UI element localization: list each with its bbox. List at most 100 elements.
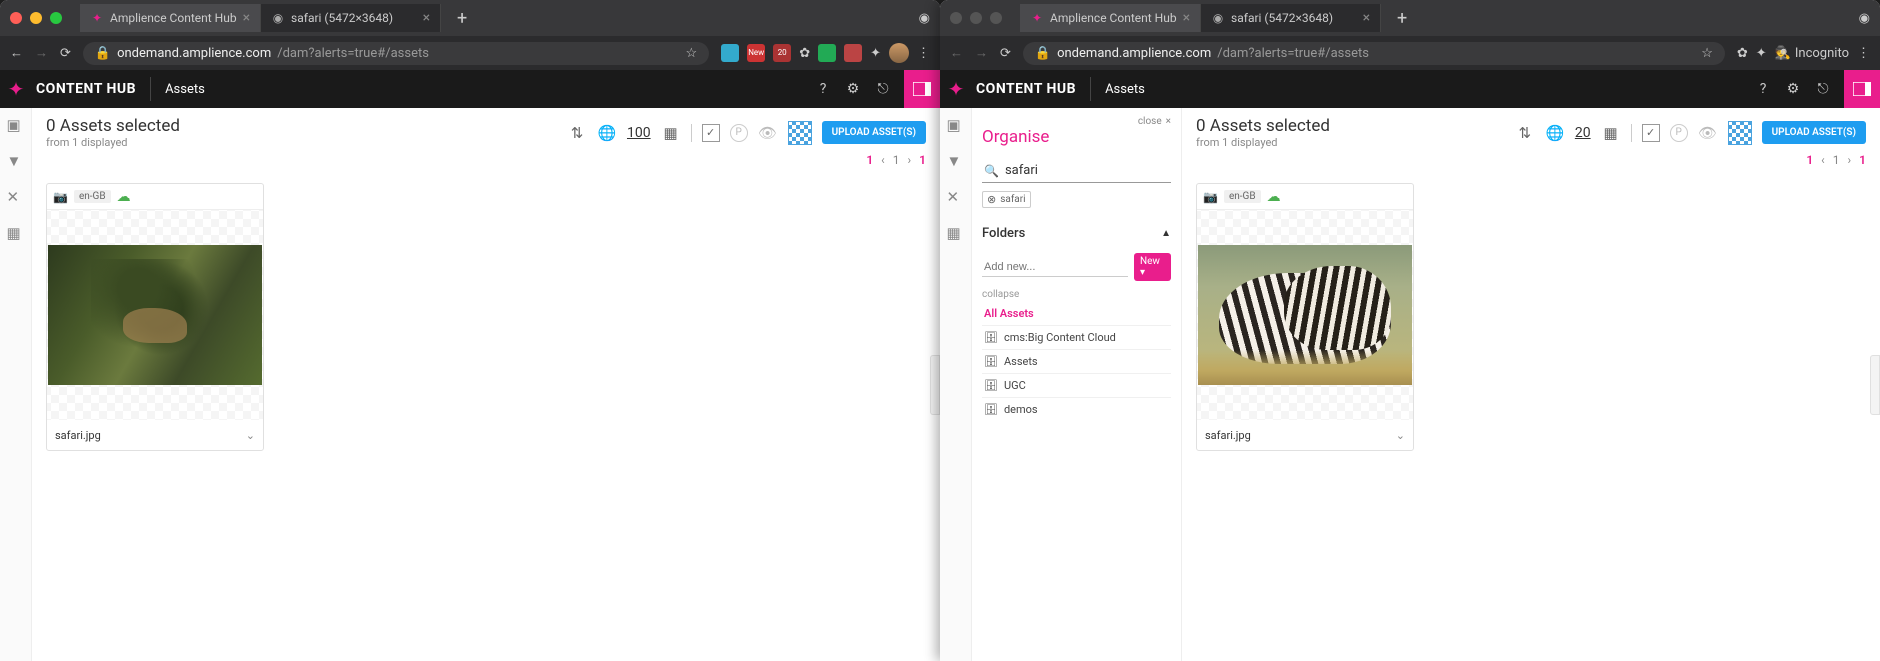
- media-icon[interactable]: ◉: [1859, 11, 1870, 26]
- forward-icon[interactable]: →: [35, 45, 48, 61]
- drawer-handle[interactable]: [930, 355, 940, 415]
- new-folder-button[interactable]: New ▾: [1134, 253, 1171, 281]
- tab-close-icon[interactable]: ×: [243, 10, 250, 26]
- folder-all-assets[interactable]: All Assets: [982, 302, 1171, 325]
- tab-1[interactable]: ✦ Amplience Content Hub ×: [1020, 4, 1201, 32]
- filter-icon[interactable]: ▼: [947, 152, 965, 170]
- checker-toggle[interactable]: [1728, 121, 1752, 145]
- nav-assets[interactable]: Assets: [1105, 82, 1145, 97]
- window-max[interactable]: [50, 12, 62, 24]
- menu-icon[interactable]: ⋮: [1857, 46, 1870, 61]
- filter-icon[interactable]: ▼: [7, 152, 25, 170]
- ext-1[interactable]: [721, 44, 739, 62]
- incognito-badge[interactable]: 🕵 Incognito: [1775, 46, 1849, 61]
- nav-assets[interactable]: Assets: [165, 82, 205, 97]
- checker-toggle[interactable]: [788, 121, 812, 145]
- tools-icon[interactable]: ✕: [947, 188, 965, 206]
- folder-item[interactable]: 🗄Assets: [982, 349, 1171, 373]
- asset-card[interactable]: 📷 en-GB ☁ safari.jpg ⌄: [46, 183, 264, 451]
- media-icon[interactable]: ◉: [919, 11, 930, 26]
- ext-4[interactable]: ✿: [799, 46, 810, 61]
- ext-6[interactable]: [844, 44, 862, 62]
- tab-close-icon[interactable]: ×: [1363, 10, 1370, 26]
- tab-close-icon[interactable]: ×: [423, 10, 430, 26]
- globe-icon[interactable]: 🌐: [597, 124, 617, 142]
- folder-item[interactable]: 🗄UGC: [982, 373, 1171, 397]
- reload-icon[interactable]: ⟳: [1000, 46, 1011, 61]
- page-size[interactable]: 20: [1575, 125, 1591, 141]
- chip-remove-icon[interactable]: ⊗: [987, 193, 996, 206]
- url-bar[interactable]: 🔒 ondemand.amplience.com/dam?alerts=true…: [1023, 42, 1725, 65]
- thumbnail[interactable]: [47, 210, 263, 420]
- asset-card[interactable]: 📷 en-GB ☁ safari.jpg: [1196, 183, 1414, 451]
- publish-icon[interactable]: P: [1670, 124, 1688, 142]
- extensions-icon[interactable]: ✦: [1756, 46, 1767, 61]
- search-input[interactable]: safari: [1005, 163, 1169, 178]
- app-logo-icon[interactable]: ✦: [0, 73, 32, 105]
- sort-icon[interactable]: ⇅: [567, 124, 587, 142]
- star-icon[interactable]: ☆: [686, 46, 698, 61]
- upload-button[interactable]: UPLOAD ASSET(S): [1762, 121, 1866, 144]
- ext-3[interactable]: 20: [773, 44, 791, 62]
- new-tab-button[interactable]: +: [449, 8, 475, 29]
- window-min[interactable]: [30, 12, 42, 24]
- help-icon[interactable]: ?: [814, 81, 832, 97]
- ext-settings-icon[interactable]: ✿: [1737, 46, 1748, 61]
- url-bar[interactable]: 🔒 ondemand.amplience.com/dam?alerts=true…: [83, 42, 709, 65]
- star-icon[interactable]: ☆: [1701, 46, 1713, 61]
- cube-icon[interactable]: ▦: [7, 224, 25, 242]
- collapse-link[interactable]: collapse: [982, 287, 1171, 302]
- drawer-handle[interactable]: [1870, 355, 1880, 415]
- chevron-down-icon[interactable]: ⌄: [246, 429, 255, 442]
- new-tab-button[interactable]: +: [1389, 8, 1415, 29]
- help-icon[interactable]: ?: [1754, 81, 1772, 97]
- close-panel[interactable]: close ×: [1138, 116, 1171, 127]
- tab-1[interactable]: ✦ Amplience Content Hub ×: [80, 4, 261, 32]
- tab-2[interactable]: ◉ safari (5472×3648) ×: [1201, 4, 1381, 32]
- next-icon[interactable]: ›: [908, 153, 912, 167]
- tab-close-icon[interactable]: ×: [1183, 10, 1190, 26]
- folder-item[interactable]: 🗄cms:Big Content Cloud: [982, 325, 1171, 349]
- folders-heading[interactable]: Folders ▲: [982, 220, 1171, 247]
- grid-icon[interactable]: ▦: [1601, 124, 1621, 142]
- window-close[interactable]: [10, 12, 22, 24]
- app-logo-icon[interactable]: ✦: [940, 73, 972, 105]
- settings-icon[interactable]: ⚙: [1784, 81, 1802, 97]
- menu-icon[interactable]: ⋮: [917, 46, 930, 61]
- upload-button[interactable]: UPLOAD ASSET(S): [822, 121, 926, 144]
- thumbnail[interactable]: [1197, 210, 1413, 420]
- cube-icon[interactable]: ▦: [947, 224, 965, 242]
- publish-icon[interactable]: P: [730, 124, 748, 142]
- exit-icon[interactable]: ⎋: [874, 81, 892, 97]
- folder-item[interactable]: 🗄demos: [982, 397, 1171, 421]
- folder-icon[interactable]: ▣: [7, 116, 25, 134]
- profile-avatar[interactable]: [889, 43, 909, 63]
- window-close[interactable]: [950, 12, 962, 24]
- eye-icon[interactable]: 👁: [758, 124, 778, 142]
- window-min[interactable]: [970, 12, 982, 24]
- extensions-icon[interactable]: ✦: [870, 46, 881, 61]
- reload-icon[interactable]: ⟳: [60, 46, 71, 61]
- page-size[interactable]: 100: [627, 125, 651, 141]
- back-icon[interactable]: ←: [10, 45, 23, 61]
- prev-icon[interactable]: ‹: [1821, 153, 1825, 167]
- globe-icon[interactable]: 🌐: [1545, 124, 1565, 142]
- filter-chip[interactable]: ⊗ safari: [982, 191, 1031, 208]
- panel-toggle-button[interactable]: [904, 70, 940, 108]
- ext-2[interactable]: New: [747, 44, 765, 62]
- ext-5[interactable]: [818, 44, 836, 62]
- back-icon[interactable]: ←: [950, 45, 963, 61]
- grid-icon[interactable]: ▦: [661, 124, 681, 142]
- chevron-down-icon[interactable]: ⌄: [1396, 429, 1405, 442]
- settings-icon[interactable]: ⚙: [844, 81, 862, 97]
- next-icon[interactable]: ›: [1848, 153, 1852, 167]
- tools-icon[interactable]: ✕: [7, 188, 25, 206]
- eye-icon[interactable]: 👁: [1698, 124, 1718, 142]
- window-max[interactable]: [990, 12, 1002, 24]
- prev-icon[interactable]: ‹: [881, 153, 885, 167]
- tab-2[interactable]: ◉ safari (5472×3648) ×: [261, 4, 441, 32]
- forward-icon[interactable]: →: [975, 45, 988, 61]
- page-current[interactable]: 1: [1833, 153, 1840, 167]
- page-current[interactable]: 1: [893, 153, 900, 167]
- exit-icon[interactable]: ⎋: [1814, 81, 1832, 97]
